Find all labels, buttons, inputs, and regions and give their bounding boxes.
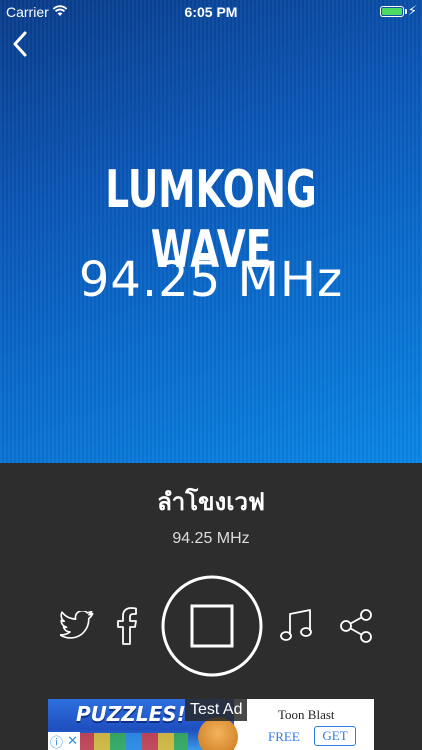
twitter-share-button[interactable] bbox=[58, 608, 98, 644]
ad-banner[interactable]: PUZZLES! ⓘ ✕ Test Ad Toon Blast FREE GET bbox=[48, 699, 374, 750]
stop-button[interactable] bbox=[160, 574, 264, 678]
station-name: ลำโขงเวฟ bbox=[157, 489, 265, 516]
ad-headline: PUZZLES! bbox=[76, 702, 186, 726]
ad-get-button[interactable]: GET bbox=[314, 726, 356, 746]
facebook-icon bbox=[117, 607, 137, 645]
battery-icon bbox=[380, 6, 407, 17]
ad-tiles-image bbox=[78, 733, 188, 750]
share-icon bbox=[340, 609, 372, 643]
ad-app-name: Toon Blast bbox=[278, 707, 335, 722]
charging-icon: ⚡ bbox=[407, 3, 417, 18]
share-button[interactable] bbox=[336, 606, 376, 646]
ad-info-icon: ⓘ bbox=[50, 734, 64, 750]
back-button[interactable] bbox=[8, 28, 34, 60]
stop-icon bbox=[161, 575, 263, 677]
test-ad-label: Test Ad bbox=[185, 699, 248, 721]
music-button[interactable] bbox=[276, 606, 316, 646]
player-controls bbox=[0, 574, 422, 684]
station-frequency: 94.25 MHz bbox=[172, 530, 250, 547]
ad-price: FREE bbox=[268, 729, 300, 744]
ad-character-image bbox=[198, 717, 238, 750]
ad-choices[interactable]: ⓘ ✕ bbox=[48, 732, 80, 750]
twitter-icon bbox=[60, 611, 94, 639]
status-bar: Carrier 6:05 PM ⚡ bbox=[0, 0, 422, 24]
music-note-icon bbox=[280, 609, 312, 641]
station-artwork: LUMKONG WAVE 94.25 MHz bbox=[0, 0, 422, 463]
ad-close-icon: ✕ bbox=[67, 733, 78, 748]
chevron-left-icon bbox=[13, 31, 27, 57]
facebook-share-button[interactable] bbox=[112, 606, 142, 646]
artwork-frequency: 94.25 MHz bbox=[78, 252, 344, 308]
clock: 6:05 PM bbox=[184, 4, 238, 20]
